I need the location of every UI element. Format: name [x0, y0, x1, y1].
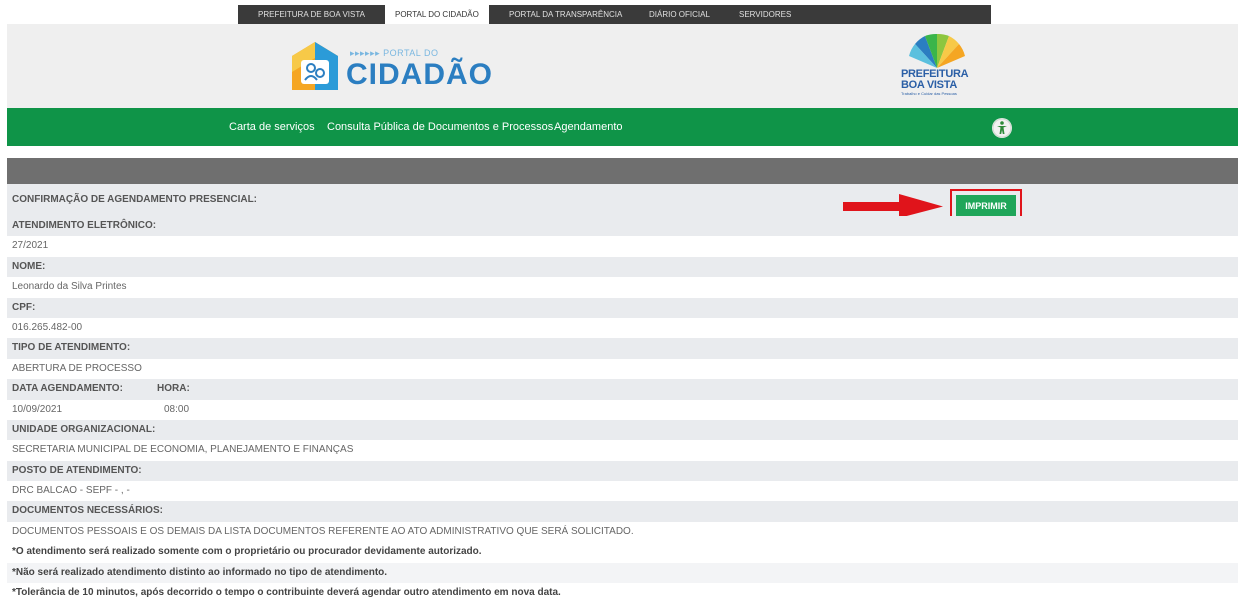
field-value: Leonardo da Silva Printes — [7, 277, 1238, 298]
field-label: POSTO DE ATENDIMENTO: — [7, 460, 1238, 482]
confirmation-title: CONFIRMAÇÃO DE AGENDAMENTO PRESENCIAL: — [12, 194, 258, 205]
field-value: ABERTURA DE PROCESSO — [7, 358, 1238, 380]
date-time-value-row: 10/09/2021 08:00 — [7, 399, 1238, 420]
field-label: ATENDIMENTO ELETRÔNICO: — [7, 216, 1238, 237]
field-value: 016.265.482-00 — [7, 317, 1238, 339]
main-navigation: Carta de serviços Consulta Pública de Do… — [7, 108, 1238, 146]
note-text: *Não será realizado atendimento distinto… — [7, 562, 1238, 584]
prefeitura-boa-vista-logo[interactable]: PREFEITURA BOA VISTA Trabalho e Cuidar d… — [897, 32, 977, 104]
topnav-portal-cidadao[interactable]: PORTAL DO CIDADÃO — [385, 5, 489, 24]
note-text: *O atendimento será realizado somente co… — [7, 542, 1238, 563]
hora-label: HORA: — [157, 383, 190, 395]
data-agendamento-value: 10/09/2021 — [12, 403, 63, 415]
data-agendamento-label: DATA AGENDAMENTO: — [12, 383, 123, 395]
portal-logo-title: CIDADÃO — [346, 58, 493, 91]
date-time-label-row: DATA AGENDAMENTO: HORA: — [7, 379, 1238, 400]
house-logo-icon — [292, 42, 338, 90]
hora-value: 08:00 — [164, 403, 190, 415]
field-value: DRC BALCAO - SEPF - , - — [7, 481, 1238, 502]
field-label: CPF: — [7, 297, 1238, 318]
nav-carta-servicos[interactable]: Carta de serviços — [229, 108, 315, 146]
portal-cidadao-logo[interactable]: ▸▸▸▸▸▸ PORTAL DO CIDADÃO — [290, 40, 492, 96]
field-label: TIPO DE ATENDIMENTO: — [7, 338, 1238, 359]
field-label: NOME: — [7, 256, 1238, 278]
nav-consulta-publica[interactable]: Consulta Pública de Documentos e Process… — [327, 108, 553, 146]
topnav-transparencia[interactable]: PORTAL DA TRANSPARÊNCIA — [505, 5, 626, 24]
nav-agendamento[interactable]: Agendamento — [554, 108, 623, 146]
print-button[interactable]: IMPRIMIR — [956, 195, 1016, 217]
field-label: UNIDADE ORGANIZACIONAL: — [7, 419, 1238, 441]
top-navigation: PREFEITURA DE BOA VISTA PORTAL DO CIDADÃ… — [0, 0, 1245, 24]
topnav-prefeitura[interactable]: PREFEITURA DE BOA VISTA — [252, 5, 371, 24]
note-text: *Tolerância de 10 minutos, após decorrid… — [7, 583, 1238, 604]
header: ▸▸▸▸▸▸ PORTAL DO CIDADÃO PREFEITURA BOA … — [7, 24, 1238, 108]
confirmation-panel: CONFIRMAÇÃO DE AGENDAMENTO PRESENCIAL: I… — [7, 184, 1238, 604]
confirmation-title-row: CONFIRMAÇÃO DE AGENDAMENTO PRESENCIAL: I… — [7, 184, 1238, 223]
topnav-servidores[interactable]: SERVIDORES — [735, 5, 795, 24]
section-header-bar — [7, 158, 1238, 184]
topnav-diario-oficial[interactable]: DIÁRIO OFICIAL — [645, 5, 714, 24]
field-value: SECRETARIA MUNICIPAL DE ECONOMIA, PLANEJ… — [7, 440, 1238, 461]
prefeitura-logo-tagline: Trabalho e Cuidar das Pessoas — [901, 91, 957, 96]
field-label: DOCUMENTOS NECESSÁRIOS: — [7, 501, 1238, 522]
field-value: DOCUMENTOS PESSOAIS E OS DEMAIS DA LISTA… — [7, 521, 1238, 543]
accessibility-icon[interactable] — [992, 118, 1012, 138]
sunburst-logo-icon — [909, 33, 965, 68]
prefeitura-logo-line2: BOA VISTA — [901, 79, 957, 91]
red-arrow-icon — [843, 194, 943, 218]
field-value: 27/2021 — [7, 236, 1238, 257]
